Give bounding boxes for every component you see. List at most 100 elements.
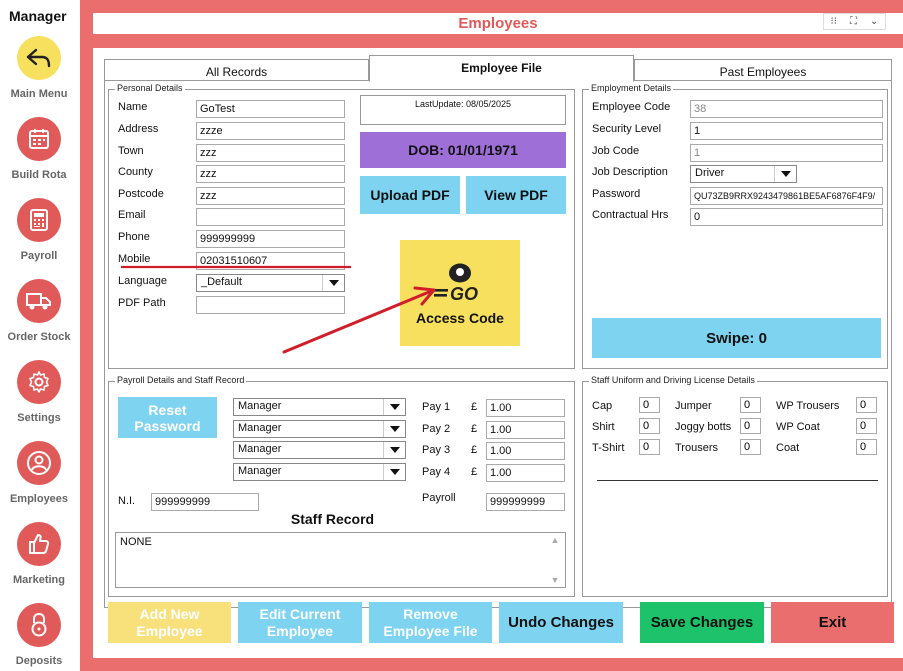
- truck-icon: [17, 279, 61, 323]
- email-label: Email: [118, 209, 146, 221]
- role-value: Manager: [238, 422, 282, 434]
- pay-3-field[interactable]: [486, 442, 565, 460]
- sidebar-item-employees[interactable]: Employees: [0, 441, 78, 522]
- contractual-hrs-label: Contractual Hrs: [592, 209, 669, 221]
- pay-3-label: Pay 3: [422, 444, 451, 456]
- chevron-down-icon[interactable]: [383, 399, 405, 415]
- wp-trousers-field[interactable]: [856, 397, 877, 413]
- scroll-up-icon[interactable]: ▲: [551, 535, 560, 545]
- trousers-field[interactable]: [740, 439, 761, 455]
- role-dropdown-3[interactable]: Manager: [233, 441, 406, 459]
- jumper-field[interactable]: [740, 397, 761, 413]
- sidebar-item-main-menu[interactable]: Main Menu: [0, 36, 78, 117]
- chevron-down-icon[interactable]: ⌄: [870, 16, 878, 27]
- remove-employee-file-button[interactable]: Remove Employee File: [369, 602, 492, 643]
- pdf-path-label: PDF Path: [118, 297, 166, 309]
- drag-handle-icon[interactable]: ⁝⁝: [831, 16, 837, 27]
- role-dropdown-4[interactable]: Manager: [233, 463, 406, 481]
- county-label: County: [118, 166, 153, 178]
- sidebar-item-label: Settings: [17, 412, 61, 424]
- access-code-button[interactable]: GO Access Code: [400, 240, 520, 346]
- pay-4-field[interactable]: [486, 464, 565, 482]
- sidebar-item-deposits[interactable]: Deposits: [0, 603, 78, 671]
- pay-1-field[interactable]: [486, 399, 565, 417]
- chevron-down-icon[interactable]: [774, 166, 796, 182]
- last-update: LastUpdate: 08/05/2025: [360, 95, 566, 125]
- sidebar-item-label: Order Stock: [7, 331, 71, 343]
- phone-field[interactable]: [196, 230, 345, 248]
- group-label: Payroll Details and Staff Record: [115, 375, 247, 385]
- county-field[interactable]: [196, 165, 345, 183]
- sidebar-item-build-rota[interactable]: Build Rota: [0, 117, 78, 198]
- dob-display: DOB: 01/01/1971: [360, 132, 566, 168]
- employee-code-label: Employee Code: [592, 101, 671, 113]
- ni-field[interactable]: [151, 493, 259, 511]
- chevron-down-icon[interactable]: [383, 421, 405, 437]
- exit-button[interactable]: Exit: [771, 602, 894, 643]
- job-description-value: Driver: [695, 167, 725, 179]
- sidebar-item-payroll[interactable]: Payroll: [0, 198, 78, 279]
- reset-password-button[interactable]: Reset Password: [118, 397, 217, 438]
- mobile-field[interactable]: [196, 252, 345, 270]
- email-field[interactable]: [196, 208, 345, 226]
- scrollbar[interactable]: ▲ ▼: [547, 535, 563, 585]
- cap-field[interactable]: [639, 397, 660, 413]
- job-code-field[interactable]: [690, 144, 883, 162]
- role-dropdown-1[interactable]: Manager: [233, 398, 406, 416]
- undo-changes-button[interactable]: Undo Changes: [499, 602, 623, 643]
- chevron-down-icon[interactable]: [322, 275, 344, 291]
- uniform-details-group: Staff Uniform and Driving License Detail…: [582, 375, 888, 597]
- sidebar-item-label: Marketing: [13, 574, 65, 586]
- mobile-label: Mobile: [118, 253, 151, 265]
- joggy-botts-field[interactable]: [740, 418, 761, 434]
- staff-record-title: Staff Record: [290, 511, 375, 527]
- personal-details-group: Personal Details Name Address Town Count…: [108, 83, 575, 369]
- coat-field[interactable]: [856, 439, 877, 455]
- pay-1-label: Pay 1: [422, 401, 451, 413]
- password-field[interactable]: [690, 187, 883, 205]
- wp-coat-field[interactable]: [856, 418, 877, 434]
- address-field[interactable]: [196, 122, 345, 140]
- pay-2-label: Pay 2: [422, 423, 451, 435]
- language-dropdown[interactable]: _Default: [196, 274, 345, 292]
- save-changes-button[interactable]: Save Changes: [640, 602, 764, 643]
- window-body: Employees ⁝⁝ ⛶ ⌄ All Records Employee Fi…: [93, 13, 903, 658]
- sidebar-item-label: Payroll: [20, 250, 58, 262]
- staff-record-textarea[interactable]: NONE ▲ ▼: [115, 532, 566, 588]
- job-description-dropdown[interactable]: Driver: [690, 165, 797, 183]
- sidebar-item-settings[interactable]: Settings: [0, 360, 78, 441]
- role-dropdown-2[interactable]: Manager: [233, 420, 406, 438]
- shirt-field[interactable]: [639, 418, 660, 434]
- wp-coat-label: WP Coat: [776, 421, 820, 433]
- group-label: Employment Details: [589, 83, 674, 93]
- ni-label: N.I.: [118, 495, 136, 507]
- sidebar-item-marketing[interactable]: Marketing: [0, 522, 78, 603]
- gear-icon: [17, 360, 61, 404]
- postcode-field[interactable]: [196, 187, 345, 205]
- name-field[interactable]: [196, 100, 345, 118]
- pdf-path-field[interactable]: [196, 296, 345, 314]
- t-shirt-field[interactable]: [639, 439, 660, 455]
- security-level-field[interactable]: [690, 122, 883, 140]
- contractual-hrs-field[interactable]: [690, 208, 883, 226]
- employee-file-panel: Personal Details Name Address Town Count…: [104, 80, 892, 608]
- group-label: Personal Details: [115, 83, 185, 93]
- view-pdf-button[interactable]: View PDF: [466, 176, 566, 214]
- lock-icon: [17, 603, 61, 647]
- upload-pdf-button[interactable]: Upload PDF: [360, 176, 460, 214]
- add-new-employee-button[interactable]: Add New Employee: [108, 602, 231, 643]
- fullscreen-icon[interactable]: ⛶: [850, 16, 857, 27]
- name-label: Name: [118, 101, 148, 113]
- sidebar-item-label: Build Rota: [11, 169, 67, 181]
- pay-2-field[interactable]: [486, 421, 565, 439]
- edit-current-employee-button[interactable]: Edit Current Employee: [238, 602, 362, 643]
- payroll-field[interactable]: [486, 493, 565, 511]
- chevron-down-icon[interactable]: [383, 464, 405, 480]
- town-field[interactable]: [196, 144, 345, 162]
- tab-employee-file[interactable]: Employee File: [369, 55, 634, 82]
- sidebar-item-order-stock[interactable]: Order Stock: [0, 279, 78, 360]
- chevron-down-icon[interactable]: [383, 442, 405, 458]
- scroll-down-icon[interactable]: ▼: [551, 575, 560, 585]
- jumper-label: Jumper: [675, 400, 712, 412]
- employee-code-field[interactable]: [690, 100, 883, 118]
